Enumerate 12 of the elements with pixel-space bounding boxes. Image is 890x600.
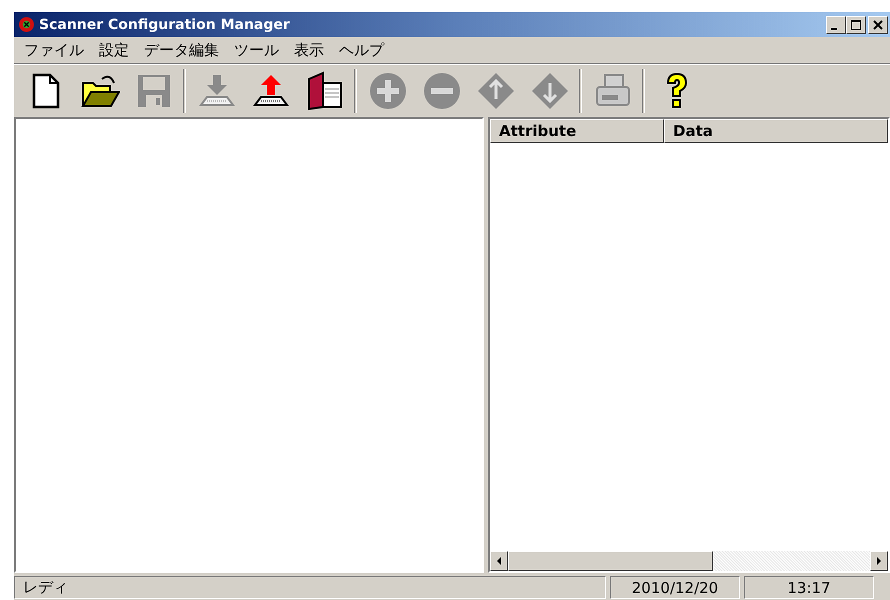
menu-item[interactable]: ツール (228, 40, 288, 60)
status-date: 2010/12/20 (610, 576, 740, 599)
status-time: 13:17 (744, 576, 874, 599)
column-header[interactable]: Attribute (490, 119, 664, 143)
menu-item[interactable]: ヘルプ (333, 40, 393, 60)
menu-item[interactable]: ファイル (18, 40, 93, 60)
menu-item[interactable]: データ編集 (138, 40, 228, 60)
window-title: Scanner Configuration Manager (39, 16, 291, 32)
status-message: レディ (14, 576, 606, 599)
menu-item[interactable]: 表示 (288, 40, 333, 60)
menu-item[interactable]: 設定 (93, 40, 138, 60)
column-header[interactable]: Data (664, 119, 888, 143)
